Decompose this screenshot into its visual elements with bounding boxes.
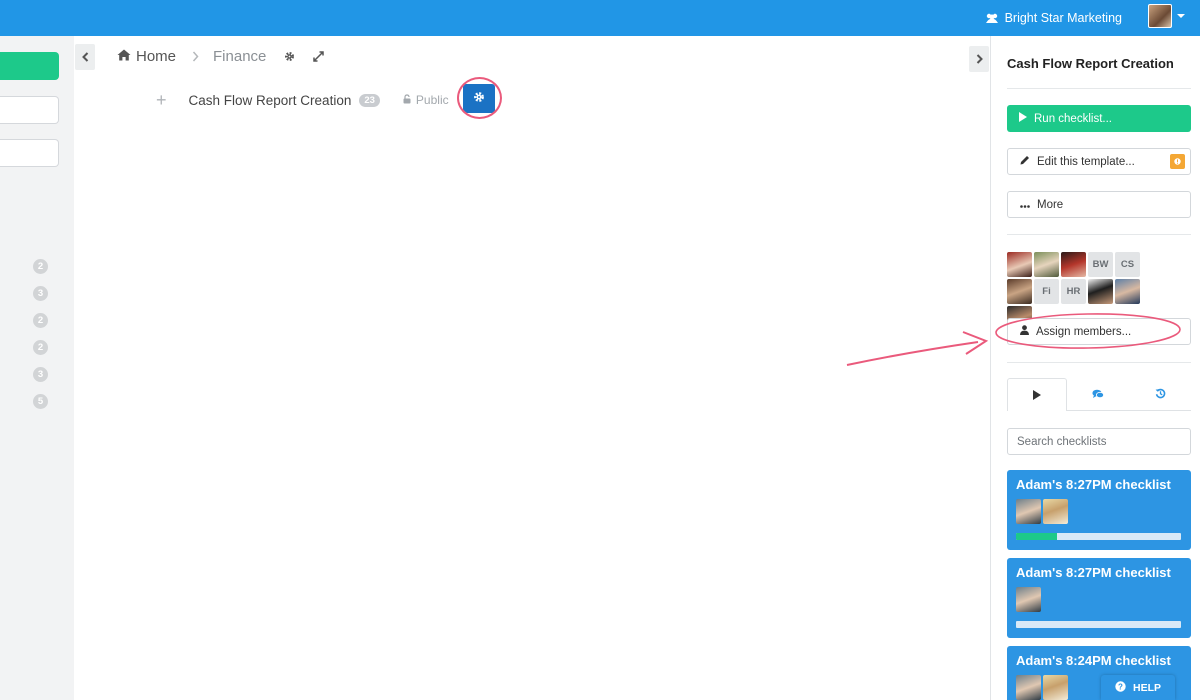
users-icon [985,13,999,24]
panel-tabs [1007,378,1191,411]
collapse-left-button[interactable] [75,44,95,70]
annotation-circle [457,77,502,119]
assign-members-label: Assign members... [1036,325,1132,338]
avatar[interactable]: CS [1115,252,1140,277]
progress-fill [1016,533,1058,540]
avatar[interactable]: Fi [1034,279,1059,304]
edit-template-button[interactable]: Edit this template... [1007,148,1191,175]
checklist-title: Adam's 8:24PM checklist [1016,653,1171,668]
lock-icon [403,93,411,107]
play-icon [1019,112,1027,125]
template-header: + Cash Flow Report Creation 23 Public [156,88,449,112]
tab-divider [1067,410,1191,411]
left-sidebar: 2 3 2 2 3 5 [0,36,74,700]
svg-text:?: ? [1118,682,1123,691]
annotation-arrow [846,341,979,366]
edit-template-label: Edit this template... [1037,155,1135,168]
checklist-title: Adam's 8:27PM checklist [1016,565,1171,580]
warning-icon [1170,154,1185,169]
top-navigation-bar: Bright Star Marketing [0,0,1200,36]
search-checklists-input[interactable] [1007,428,1191,455]
avatar [1043,499,1068,524]
sidebar-input[interactable] [0,139,59,167]
folder-count-badge: 2 [33,259,48,274]
progress-bar [1016,621,1181,628]
ellipsis-icon [1020,199,1030,211]
home-icon [117,48,131,65]
plus-icon[interactable]: + [156,91,167,109]
annotation-arrowhead [962,331,989,355]
template-title[interactable]: Cash Flow Report Creation [189,93,352,108]
collapse-right-button[interactable] [969,46,989,72]
comments-icon [1092,387,1104,402]
avatar [1016,587,1041,612]
divider [1007,88,1191,89]
help-button[interactable]: ? HELP [1101,675,1175,700]
play-icon [1033,388,1041,403]
breadcrumb-home[interactable]: Home [117,48,176,65]
visibility-indicator[interactable]: Public [403,93,449,107]
divider [1007,362,1191,363]
checklist-title: Adam's 8:27PM checklist [1016,477,1171,492]
breadcrumb: Home Finance [117,48,325,65]
avatar[interactable]: BW [1088,252,1113,277]
pencil-icon [1020,155,1030,168]
tab-checklists[interactable] [1007,378,1067,411]
more-button[interactable]: More [1007,191,1191,218]
avatar [1016,499,1041,524]
gear-icon[interactable] [284,51,295,62]
tab-history[interactable] [1129,378,1191,411]
sidebar-input[interactable] [0,96,59,124]
avatar[interactable] [1115,279,1140,304]
checklist-assignees [1016,499,1068,524]
breadcrumb-home-label: Home [136,48,177,65]
folder-count-badge: 5 [33,394,48,409]
progress-bar [1016,533,1181,540]
chevron-left-icon [81,50,89,65]
checklist-assignees [1016,675,1068,700]
chevron-right-icon [976,52,983,67]
user-icon [1020,325,1029,338]
new-button[interactable] [0,52,59,80]
run-checklist-button[interactable]: Run checklist... [1007,105,1191,132]
expand-icon[interactable] [313,51,325,62]
avatar [1016,675,1041,700]
help-label: HELP [1132,681,1161,694]
panel-title: Cash Flow Report Creation [1007,56,1174,71]
folder-count-badge: 3 [33,286,48,301]
more-label: More [1037,198,1064,211]
avatar[interactable]: HR [1061,279,1086,304]
user-avatar[interactable] [1148,4,1172,28]
visibility-label: Public [415,93,449,107]
organization-name: Bright Star Marketing [1004,11,1122,25]
checklist-card[interactable]: Adam's 8:27PM checklist [1007,558,1191,638]
divider [1007,234,1191,235]
task-count-badge: 23 [359,93,380,107]
organization-switcher[interactable]: Bright Star Marketing [985,0,1122,36]
tab-comments[interactable] [1067,378,1129,411]
avatar [1043,675,1068,700]
avatar[interactable] [1007,252,1032,277]
folder-count-badge: 2 [33,313,48,328]
folder-count-badge: 3 [33,367,48,382]
right-panel: Cash Flow Report Creation Run checklist.… [990,36,1200,700]
checklist-card[interactable]: Adam's 8:27PM checklist [1007,470,1191,550]
breadcrumb-folder[interactable]: Finance [213,48,266,65]
checklist-assignees [1016,587,1041,612]
run-checklist-label: Run checklist... [1034,112,1112,125]
question-icon: ? [1115,680,1126,695]
assign-members-button[interactable]: Assign members... [1007,318,1191,345]
avatar[interactable] [1034,252,1059,277]
caret-down-icon[interactable] [1177,14,1185,18]
chevron-right-icon [192,51,199,62]
history-icon [1155,387,1166,402]
avatar[interactable] [1061,252,1086,277]
avatar[interactable] [1007,279,1032,304]
avatar[interactable] [1088,279,1113,304]
folder-count-badge: 2 [33,340,48,355]
